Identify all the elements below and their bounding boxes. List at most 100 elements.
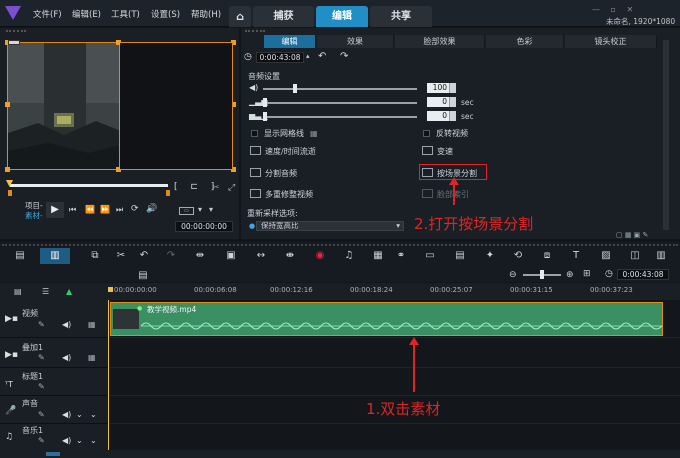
rotate-left-icon[interactable]: ↶: [318, 51, 326, 62]
tab-edit-options[interactable]: 编辑: [264, 35, 316, 48]
next-frame-icon[interactable]: ⏩: [100, 205, 110, 214]
menu-help[interactable]: 帮助(H): [191, 8, 221, 20]
timeline-view-button[interactable]: ▥: [40, 248, 70, 264]
zoom-chevron-icon[interactable]: ▾: [209, 205, 213, 214]
fade-in-spinner[interactable]: [449, 97, 456, 107]
chapter-icon[interactable]: ▤: [136, 270, 150, 282]
tab-effects[interactable]: 效果: [317, 35, 394, 48]
fade-out-value-field[interactable]: 0: [427, 111, 449, 121]
motion-icon[interactable]: ✦: [483, 250, 497, 262]
scrub-bar[interactable]: [10, 184, 168, 187]
volume-slider-thumb[interactable]: [293, 84, 297, 93]
chevron-down-icon[interactable]: ⌄: [90, 436, 97, 445]
volume-spinner[interactable]: [449, 83, 456, 93]
prev-frame-icon[interactable]: ⏪: [85, 205, 95, 214]
audio-mixer-icon[interactable]: ♫: [342, 250, 356, 262]
volume-icon[interactable]: 🔊: [146, 204, 157, 214]
edit-track-icon[interactable]: ✎: [38, 353, 45, 362]
edit-track-icon[interactable]: ✎: [38, 320, 45, 329]
volume-slider[interactable]: [263, 88, 417, 90]
reverse-video-checkbox[interactable]: 反转视频: [423, 128, 468, 139]
multi-trim-button[interactable]: 多重修整视频: [250, 189, 313, 200]
chevron-down-icon[interactable]: ⌄: [76, 436, 83, 445]
mute-icon[interactable]: ◀): [62, 410, 71, 419]
text-3d-icon[interactable]: T: [569, 250, 583, 262]
mask-icon[interactable]: ⧈: [540, 250, 554, 262]
filmstrip-icon[interactable]: ▦: [371, 250, 385, 262]
rotate-right-icon[interactable]: ↷: [340, 51, 348, 62]
timeline-timecode[interactable]: 0:00:43:08: [617, 269, 669, 280]
tab-edit[interactable]: 编辑: [316, 6, 368, 27]
resample-select[interactable]: 保持宽高比 ▾: [256, 221, 404, 231]
panel-icon[interactable]: ▥: [654, 250, 668, 262]
effect-icon[interactable]: ◫: [628, 250, 642, 262]
fit-icon[interactable]: ↔: [254, 250, 268, 262]
fade-out-slider-thumb[interactable]: [263, 112, 267, 121]
fade-out-spinner[interactable]: [449, 111, 456, 121]
tab-share[interactable]: 共享: [370, 6, 432, 27]
tab-capture[interactable]: 捕获: [253, 6, 314, 27]
image-icon[interactable]: ▣: [224, 250, 238, 262]
speed-time-button[interactable]: 速度/时间流逝: [250, 146, 316, 157]
clip-mode-label[interactable]: 素材-: [25, 210, 43, 221]
redo-icon[interactable]: ↷: [164, 250, 178, 262]
variable-speed-button[interactable]: 变速: [422, 146, 453, 157]
split-by-scene-button[interactable]: 按场景分割: [422, 168, 477, 179]
title-icon[interactable]: ▭: [423, 250, 437, 262]
ruler-playhead[interactable]: [108, 287, 113, 292]
multi-select-icon[interactable]: ⧉: [88, 250, 102, 262]
dropdown-chevron-icon[interactable]: ▾: [198, 205, 202, 214]
track-lane-overlay[interactable]: [108, 338, 680, 368]
zoom-slider-thumb[interactable]: [540, 270, 544, 279]
goto-start-icon[interactable]: ⏮: [69, 205, 76, 215]
repeat-icon[interactable]: ⟳: [131, 204, 139, 214]
fade-out-slider[interactable]: [263, 116, 417, 118]
edit-track-icon[interactable]: ✎: [38, 382, 45, 391]
tab-color[interactable]: 色彩: [486, 35, 564, 48]
aspect-ratio-button[interactable]: ▭: [179, 207, 194, 215]
fade-in-slider[interactable]: [263, 102, 417, 104]
crop-handle[interactable]: [5, 167, 10, 172]
split-audio-button[interactable]: 分割音频: [250, 168, 297, 179]
goto-end-icon[interactable]: ⏭: [116, 205, 123, 215]
options-scrollbar[interactable]: [663, 40, 669, 230]
mute-icon[interactable]: ◀): [62, 320, 71, 329]
link-icon[interactable]: ⚭: [394, 250, 408, 262]
video-clip[interactable]: ● 教学视频.mp4: [110, 302, 663, 336]
scrollbar-thumb[interactable]: [46, 452, 60, 456]
tool-icon[interactable]: ✂: [114, 250, 128, 262]
home-tab[interactable]: ⌂: [229, 6, 251, 27]
mark-in-handle[interactable]: [8, 190, 12, 196]
fade-in-value-field[interactable]: 0: [427, 97, 449, 107]
zoom-out-icon[interactable]: ⊖: [509, 270, 517, 280]
mark-out-handle[interactable]: [166, 190, 170, 196]
subtitle-icon[interactable]: ▤: [453, 250, 467, 262]
mute-icon[interactable]: ◀): [62, 436, 71, 445]
duration-spinner-icon[interactable]: ▴: [306, 52, 310, 60]
menu-settings[interactable]: 设置(S): [151, 8, 180, 20]
zoom-in-icon[interactable]: ⊕: [566, 270, 574, 280]
panel-footer-icons[interactable]: ▢ ▦ ▣ ✎: [616, 231, 648, 239]
ripple-icon[interactable]: ▦: [88, 353, 96, 362]
resample-radio-icon[interactable]: ●: [249, 222, 255, 230]
menu-file[interactable]: 文件(F): [33, 8, 62, 20]
record-icon[interactable]: ◉: [313, 250, 327, 262]
storyboard-view-icon[interactable]: ▤: [13, 250, 27, 262]
preview-timecode[interactable]: 00:00:00:00: [175, 221, 233, 232]
track-lane-title[interactable]: [108, 368, 680, 396]
track-list-icon[interactable]: ☰: [42, 287, 49, 296]
timeline-ruler[interactable]: 00:00:00:00 00:00:06:08 00:00:12:16 00:0…: [108, 283, 680, 300]
trim-icon[interactable]: ⇹: [193, 250, 207, 262]
window-controls[interactable]: — ▫ ✕: [592, 5, 637, 14]
tab-face-effects[interactable]: 脸部效果: [395, 35, 485, 48]
face-index-button[interactable]: 脸部索引: [422, 189, 469, 200]
fade-in-slider-thumb[interactable]: [263, 98, 267, 107]
volume-value-field[interactable]: 100: [427, 83, 449, 93]
scissors-icon[interactable]: ✂: [212, 183, 220, 193]
edit-track-icon[interactable]: ✎: [38, 436, 45, 445]
loop-icon[interactable]: ⟲: [511, 250, 525, 262]
show-grid-checkbox[interactable]: 显示网格线 ▦: [251, 128, 318, 139]
split-icon[interactable]: ⇼: [283, 250, 297, 262]
menu-edit[interactable]: 编辑(E): [72, 8, 101, 20]
mute-icon[interactable]: ◀): [62, 353, 71, 362]
